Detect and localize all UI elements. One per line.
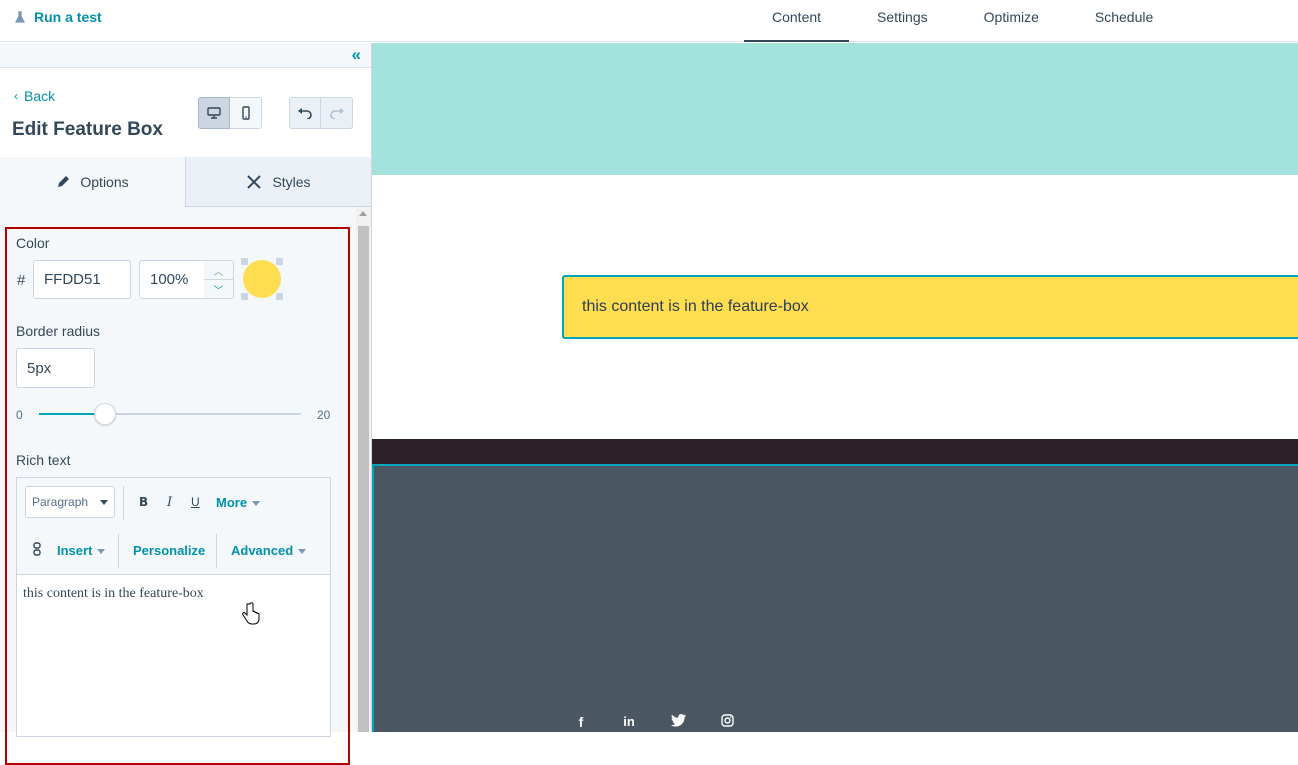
back-label: Back (24, 88, 56, 104)
editor-tabs: Content Settings Optimize Schedule (744, 0, 1181, 42)
chevron-left-icon: ‹ (14, 89, 18, 103)
mobile-view-button[interactable] (230, 97, 262, 129)
tab-schedule[interactable]: Schedule (1067, 0, 1181, 42)
options-styles-tabs: Options Styles (0, 157, 371, 207)
desktop-icon (207, 107, 221, 119)
linkedin-icon[interactable]: in (619, 714, 639, 729)
focus-highlight-box (5, 227, 350, 765)
device-toggle (198, 97, 262, 129)
twitter-icon[interactable] (668, 714, 688, 730)
tab-styles-label: Styles (272, 173, 311, 190)
undo-icon (298, 108, 312, 119)
tab-styles[interactable]: Styles (186, 157, 371, 207)
styles-icon (247, 174, 262, 189)
run-test-label: Run a test (34, 9, 102, 25)
header-band (372, 43, 1298, 175)
panel-title: Edit Feature Box (12, 119, 163, 140)
footer-section[interactable]: f in (372, 464, 1298, 732)
run-test-button[interactable]: Run a test (14, 9, 102, 25)
page-preview: this content is in the feature-box f in (372, 43, 1298, 732)
scrollbar-thumb[interactable] (358, 226, 369, 732)
back-link[interactable]: ‹ Back (14, 88, 55, 104)
undo-button[interactable] (289, 97, 321, 129)
instagram-icon[interactable] (717, 714, 737, 730)
dark-band (372, 439, 1298, 464)
mobile-icon (241, 106, 250, 120)
tab-optimize[interactable]: Optimize (956, 0, 1067, 42)
history-controls (289, 97, 353, 129)
tab-options[interactable]: Options (0, 157, 186, 207)
scroll-up-arrow-icon[interactable] (359, 211, 367, 216)
flask-icon (15, 11, 25, 23)
edit-panel: « ‹ Back Edit Feature Box Options Styles (0, 43, 372, 765)
collapse-panel-icon[interactable]: « (352, 45, 361, 65)
top-bar: Run a test Content Settings Optimize Sch… (0, 0, 1298, 42)
tab-options-label: Options (80, 174, 129, 190)
feature-box[interactable]: this content is in the feature-box (562, 275, 1298, 339)
desktop-view-button[interactable] (198, 97, 230, 129)
redo-button[interactable] (321, 97, 353, 129)
facebook-icon[interactable]: f (571, 714, 591, 730)
pencil-icon (58, 176, 70, 187)
tab-content[interactable]: Content (744, 0, 850, 42)
collapse-bar: « (0, 43, 371, 68)
redo-icon (329, 108, 344, 119)
tab-settings[interactable]: Settings (849, 0, 956, 42)
